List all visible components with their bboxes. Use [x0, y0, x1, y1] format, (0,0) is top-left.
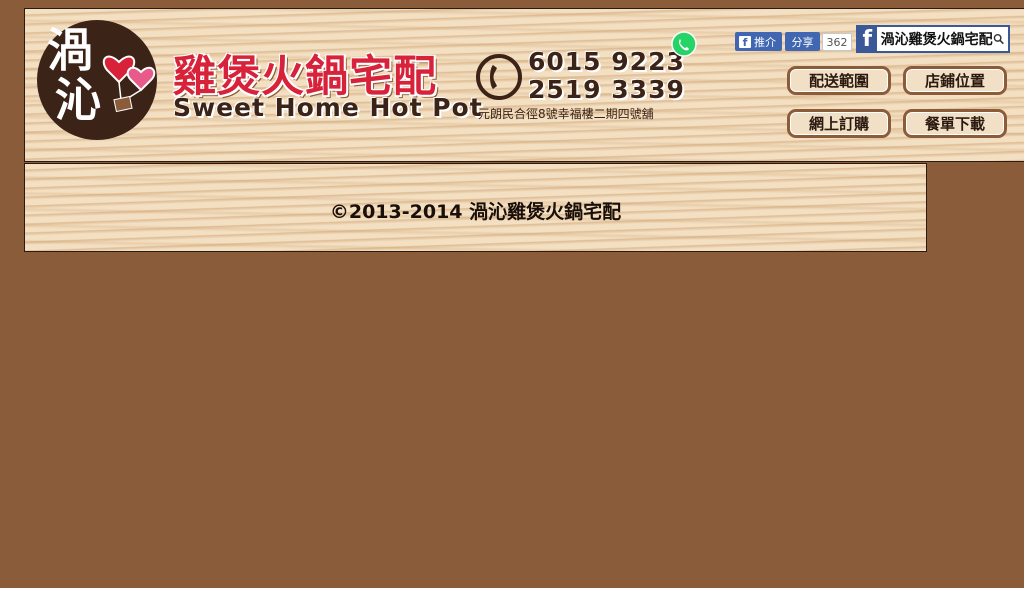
hearts-balloon-icon [102, 55, 156, 113]
facebook-f-icon: f [739, 35, 751, 49]
whatsapp-icon[interactable] [671, 31, 697, 57]
facebook-like-button[interactable]: f 推介 [735, 32, 782, 51]
facebook-logo-icon: f [858, 27, 877, 52]
facebook-share-count: 362 [822, 33, 852, 51]
facebook-share-button[interactable]: 分享 [785, 32, 820, 51]
phone-number-2[interactable]: 2519 3339 [528, 75, 685, 104]
nav-store-location-button[interactable]: 店鋪位置 [903, 66, 1007, 95]
site-header: 渦 沁 雞煲火鍋宅配 Sweet Home Hot Pot 6015 9223 … [24, 8, 1024, 162]
facebook-page-link[interactable]: f 渦沁雞煲火鍋宅配 [856, 25, 1010, 53]
logo-char-bottom: 沁 [55, 73, 101, 127]
copyright-text: ©2013-2014 渦沁雞煲火鍋宅配 [329, 201, 622, 223]
nav-menu-download-button[interactable]: 餐單下載 [903, 109, 1007, 138]
facebook-share-label: 分享 [791, 35, 814, 49]
phone-icon [476, 54, 522, 100]
nav-delivery-area-button[interactable]: 配送範圍 [787, 66, 891, 95]
site-footer: ©2013-2014 渦沁雞煲火鍋宅配 [24, 163, 927, 252]
magnifier-icon [993, 34, 1004, 45]
facebook-page-name: 渦沁雞煲火鍋宅配 [880, 32, 993, 48]
nav-online-order-button[interactable]: 網上訂購 [787, 109, 891, 138]
logo[interactable]: 渦 沁 [37, 20, 157, 140]
phone-number-1[interactable]: 6015 9223 [528, 47, 685, 76]
logo-char-top: 渦 [47, 23, 93, 77]
address: 元朗民合徑8號幸福樓二期四號舖 [478, 107, 654, 121]
brand-name-english: Sweet Home Hot Pot [173, 93, 483, 122]
facebook-like-label: 推介 [754, 35, 776, 49]
